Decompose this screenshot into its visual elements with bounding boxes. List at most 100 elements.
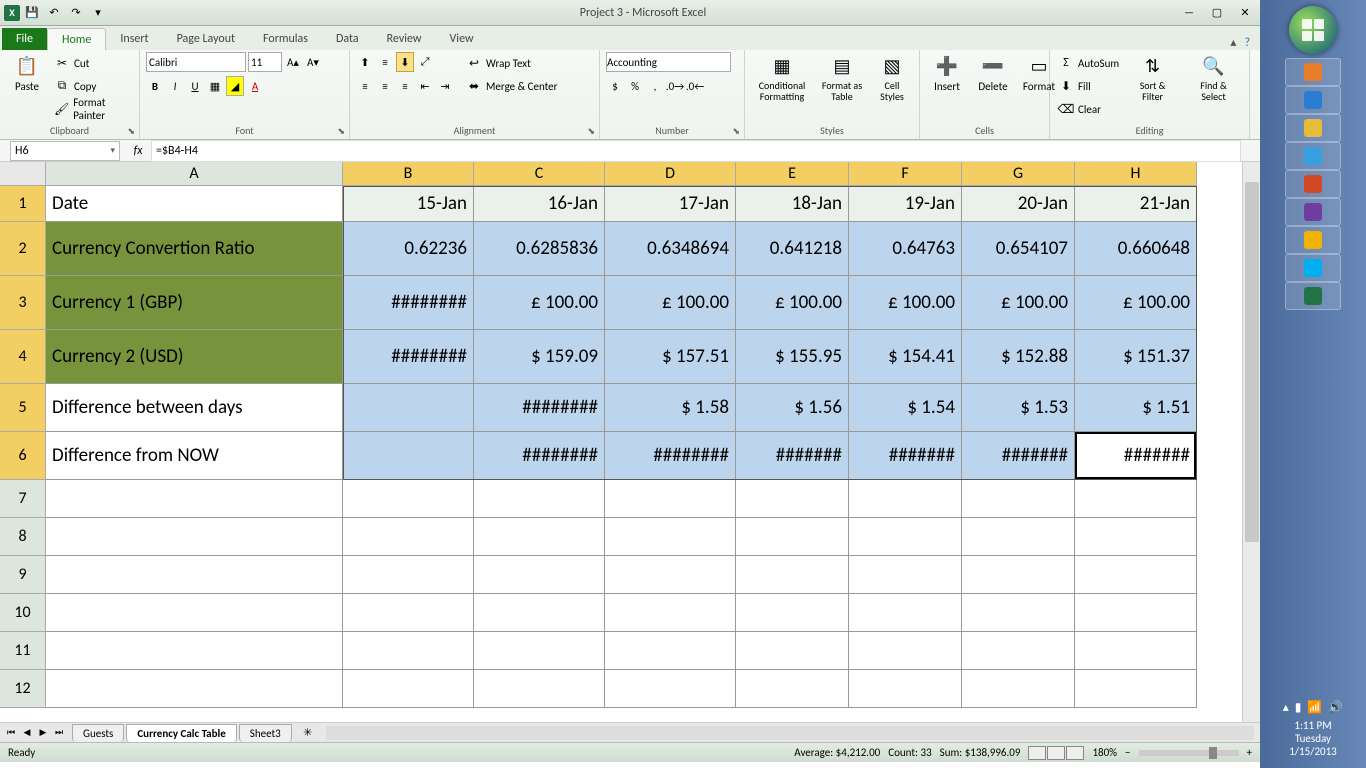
cell-A4[interactable]: Currency 2 (USD) xyxy=(46,330,343,384)
scroll-thumb[interactable] xyxy=(1245,182,1259,542)
paste-button[interactable]: 📋 Paste xyxy=(6,52,48,95)
help-icon[interactable]: ? xyxy=(1244,36,1250,50)
zoom-slider[interactable] xyxy=(1139,750,1239,756)
cell-G10[interactable] xyxy=(962,594,1075,632)
row-header-2[interactable]: 2 xyxy=(0,222,46,276)
align-center-button[interactable]: ≡ xyxy=(376,76,394,96)
cell-B3[interactable]: ######## xyxy=(343,276,474,330)
cell-F1[interactable]: 19-Jan xyxy=(849,186,962,222)
row-header-4[interactable]: 4 xyxy=(0,330,46,384)
cell-F11[interactable] xyxy=(849,632,962,670)
sheet-tab-guests[interactable]: Guests xyxy=(72,724,124,742)
maximize-button[interactable]: ▢ xyxy=(1206,5,1228,21)
col-header-F[interactable]: F xyxy=(849,162,962,186)
normal-view-button[interactable] xyxy=(1028,746,1046,760)
tab-formulas[interactable]: Formulas xyxy=(249,28,322,50)
cell-A12[interactable] xyxy=(46,670,343,708)
cell-C3[interactable]: £ 100.00 xyxy=(474,276,605,330)
clear-button[interactable]: ⌫Clear xyxy=(1056,98,1121,120)
sheet-nav-prev[interactable]: ◀ xyxy=(20,726,34,740)
cell-B5[interactable] xyxy=(343,384,474,432)
sheet-nav-first[interactable]: ⏮ xyxy=(4,726,18,740)
tray-volume-icon[interactable]: 🔊 xyxy=(1328,700,1343,715)
cell-C9[interactable] xyxy=(474,556,605,594)
taskbar-app-7[interactable] xyxy=(1285,254,1341,282)
tray-up-icon[interactable]: ▴ xyxy=(1283,700,1289,715)
col-header-B[interactable]: B xyxy=(343,162,474,186)
number-format-select[interactable] xyxy=(606,52,731,72)
cell-H3[interactable]: £ 100.00 xyxy=(1075,276,1197,330)
cell-H11[interactable] xyxy=(1075,632,1197,670)
delete-cells-button[interactable]: ➖Delete xyxy=(972,52,1014,95)
qat-customize-icon[interactable]: ▾ xyxy=(88,3,108,23)
increase-indent-button[interactable]: ⇥ xyxy=(436,76,454,96)
shrink-font-button[interactable]: A▾ xyxy=(304,52,322,72)
increase-decimal-button[interactable]: .0→ xyxy=(666,76,684,96)
fill-button[interactable]: ⬇Fill xyxy=(1056,75,1121,97)
cell-D10[interactable] xyxy=(605,594,736,632)
cell-B1[interactable]: 15-Jan xyxy=(343,186,474,222)
file-tab[interactable]: File xyxy=(2,28,47,50)
name-box-dropdown-icon[interactable]: ▾ xyxy=(110,145,115,156)
cell-A1[interactable]: Date xyxy=(46,186,343,222)
conditional-formatting-button[interactable]: ▦Conditional Formatting xyxy=(751,52,813,104)
col-header-H[interactable]: H xyxy=(1075,162,1197,186)
borders-button[interactable]: ▦ xyxy=(206,76,224,96)
cell-C10[interactable] xyxy=(474,594,605,632)
align-top-button[interactable]: ⬆ xyxy=(356,52,374,72)
cell-D3[interactable]: £ 100.00 xyxy=(605,276,736,330)
cell-A2[interactable]: Currency Convertion Ratio xyxy=(46,222,343,276)
insert-cells-button[interactable]: ➕Insert xyxy=(926,52,968,95)
cell-C4[interactable]: $ 159.09 xyxy=(474,330,605,384)
font-launcher-icon[interactable]: ⬊ xyxy=(337,126,345,137)
row-header-9[interactable]: 9 xyxy=(0,556,46,594)
cell-C1[interactable]: 16-Jan xyxy=(474,186,605,222)
cell-E7[interactable] xyxy=(736,480,849,518)
insert-worksheet-button[interactable]: ✳ xyxy=(296,725,320,741)
taskbar-app-8[interactable] xyxy=(1285,282,1341,310)
taskbar-app-6[interactable] xyxy=(1285,226,1341,254)
cell-A8[interactable] xyxy=(46,518,343,556)
select-all-corner[interactable] xyxy=(0,162,46,186)
sort-filter-button[interactable]: ⇅Sort & Filter xyxy=(1125,52,1180,104)
cell-G8[interactable] xyxy=(962,518,1075,556)
cell-C7[interactable] xyxy=(474,480,605,518)
tab-home[interactable]: Home xyxy=(47,28,106,50)
minimize-ribbon-icon[interactable]: ▴ xyxy=(1230,35,1236,50)
underline-button[interactable]: U xyxy=(186,76,204,96)
cell-A10[interactable] xyxy=(46,594,343,632)
taskbar-app-2[interactable] xyxy=(1285,114,1341,142)
cell-B4[interactable]: ######## xyxy=(343,330,474,384)
taskbar-app-3[interactable] xyxy=(1285,142,1341,170)
col-header-D[interactable]: D xyxy=(605,162,736,186)
tray-network-icon[interactable]: 📶 xyxy=(1307,700,1322,715)
page-layout-view-button[interactable] xyxy=(1047,746,1065,760)
row-header-11[interactable]: 11 xyxy=(0,632,46,670)
find-select-button[interactable]: 🔍Find & Select xyxy=(1184,52,1243,104)
taskbar-app-5[interactable] xyxy=(1285,198,1341,226)
cell-E1[interactable]: 18-Jan xyxy=(736,186,849,222)
row-header-7[interactable]: 7 xyxy=(0,480,46,518)
row-header-6[interactable]: 6 xyxy=(0,432,46,480)
orientation-button[interactable]: ⤢ xyxy=(416,52,434,72)
cell-C6[interactable]: ######## xyxy=(474,432,605,480)
cell-C11[interactable] xyxy=(474,632,605,670)
tab-insert[interactable]: Insert xyxy=(106,28,162,50)
cell-F9[interactable] xyxy=(849,556,962,594)
cell-F3[interactable]: £ 100.00 xyxy=(849,276,962,330)
cell-D4[interactable]: $ 157.51 xyxy=(605,330,736,384)
col-header-E[interactable]: E xyxy=(736,162,849,186)
sheet-tab-sheet3[interactable]: Sheet3 xyxy=(239,724,292,742)
cell-A3[interactable]: Currency 1 (GBP) xyxy=(46,276,343,330)
cell-C12[interactable] xyxy=(474,670,605,708)
cell-D1[interactable]: 17-Jan xyxy=(605,186,736,222)
taskbar-app-0[interactable] xyxy=(1285,58,1341,86)
col-header-G[interactable]: G xyxy=(962,162,1075,186)
cell-F8[interactable] xyxy=(849,518,962,556)
cell-F7[interactable] xyxy=(849,480,962,518)
cell-F10[interactable] xyxy=(849,594,962,632)
percent-format-button[interactable]: % xyxy=(626,76,644,96)
fx-button[interactable]: fx xyxy=(128,142,148,160)
save-button[interactable]: 💾 xyxy=(22,3,42,23)
cell-G12[interactable] xyxy=(962,670,1075,708)
